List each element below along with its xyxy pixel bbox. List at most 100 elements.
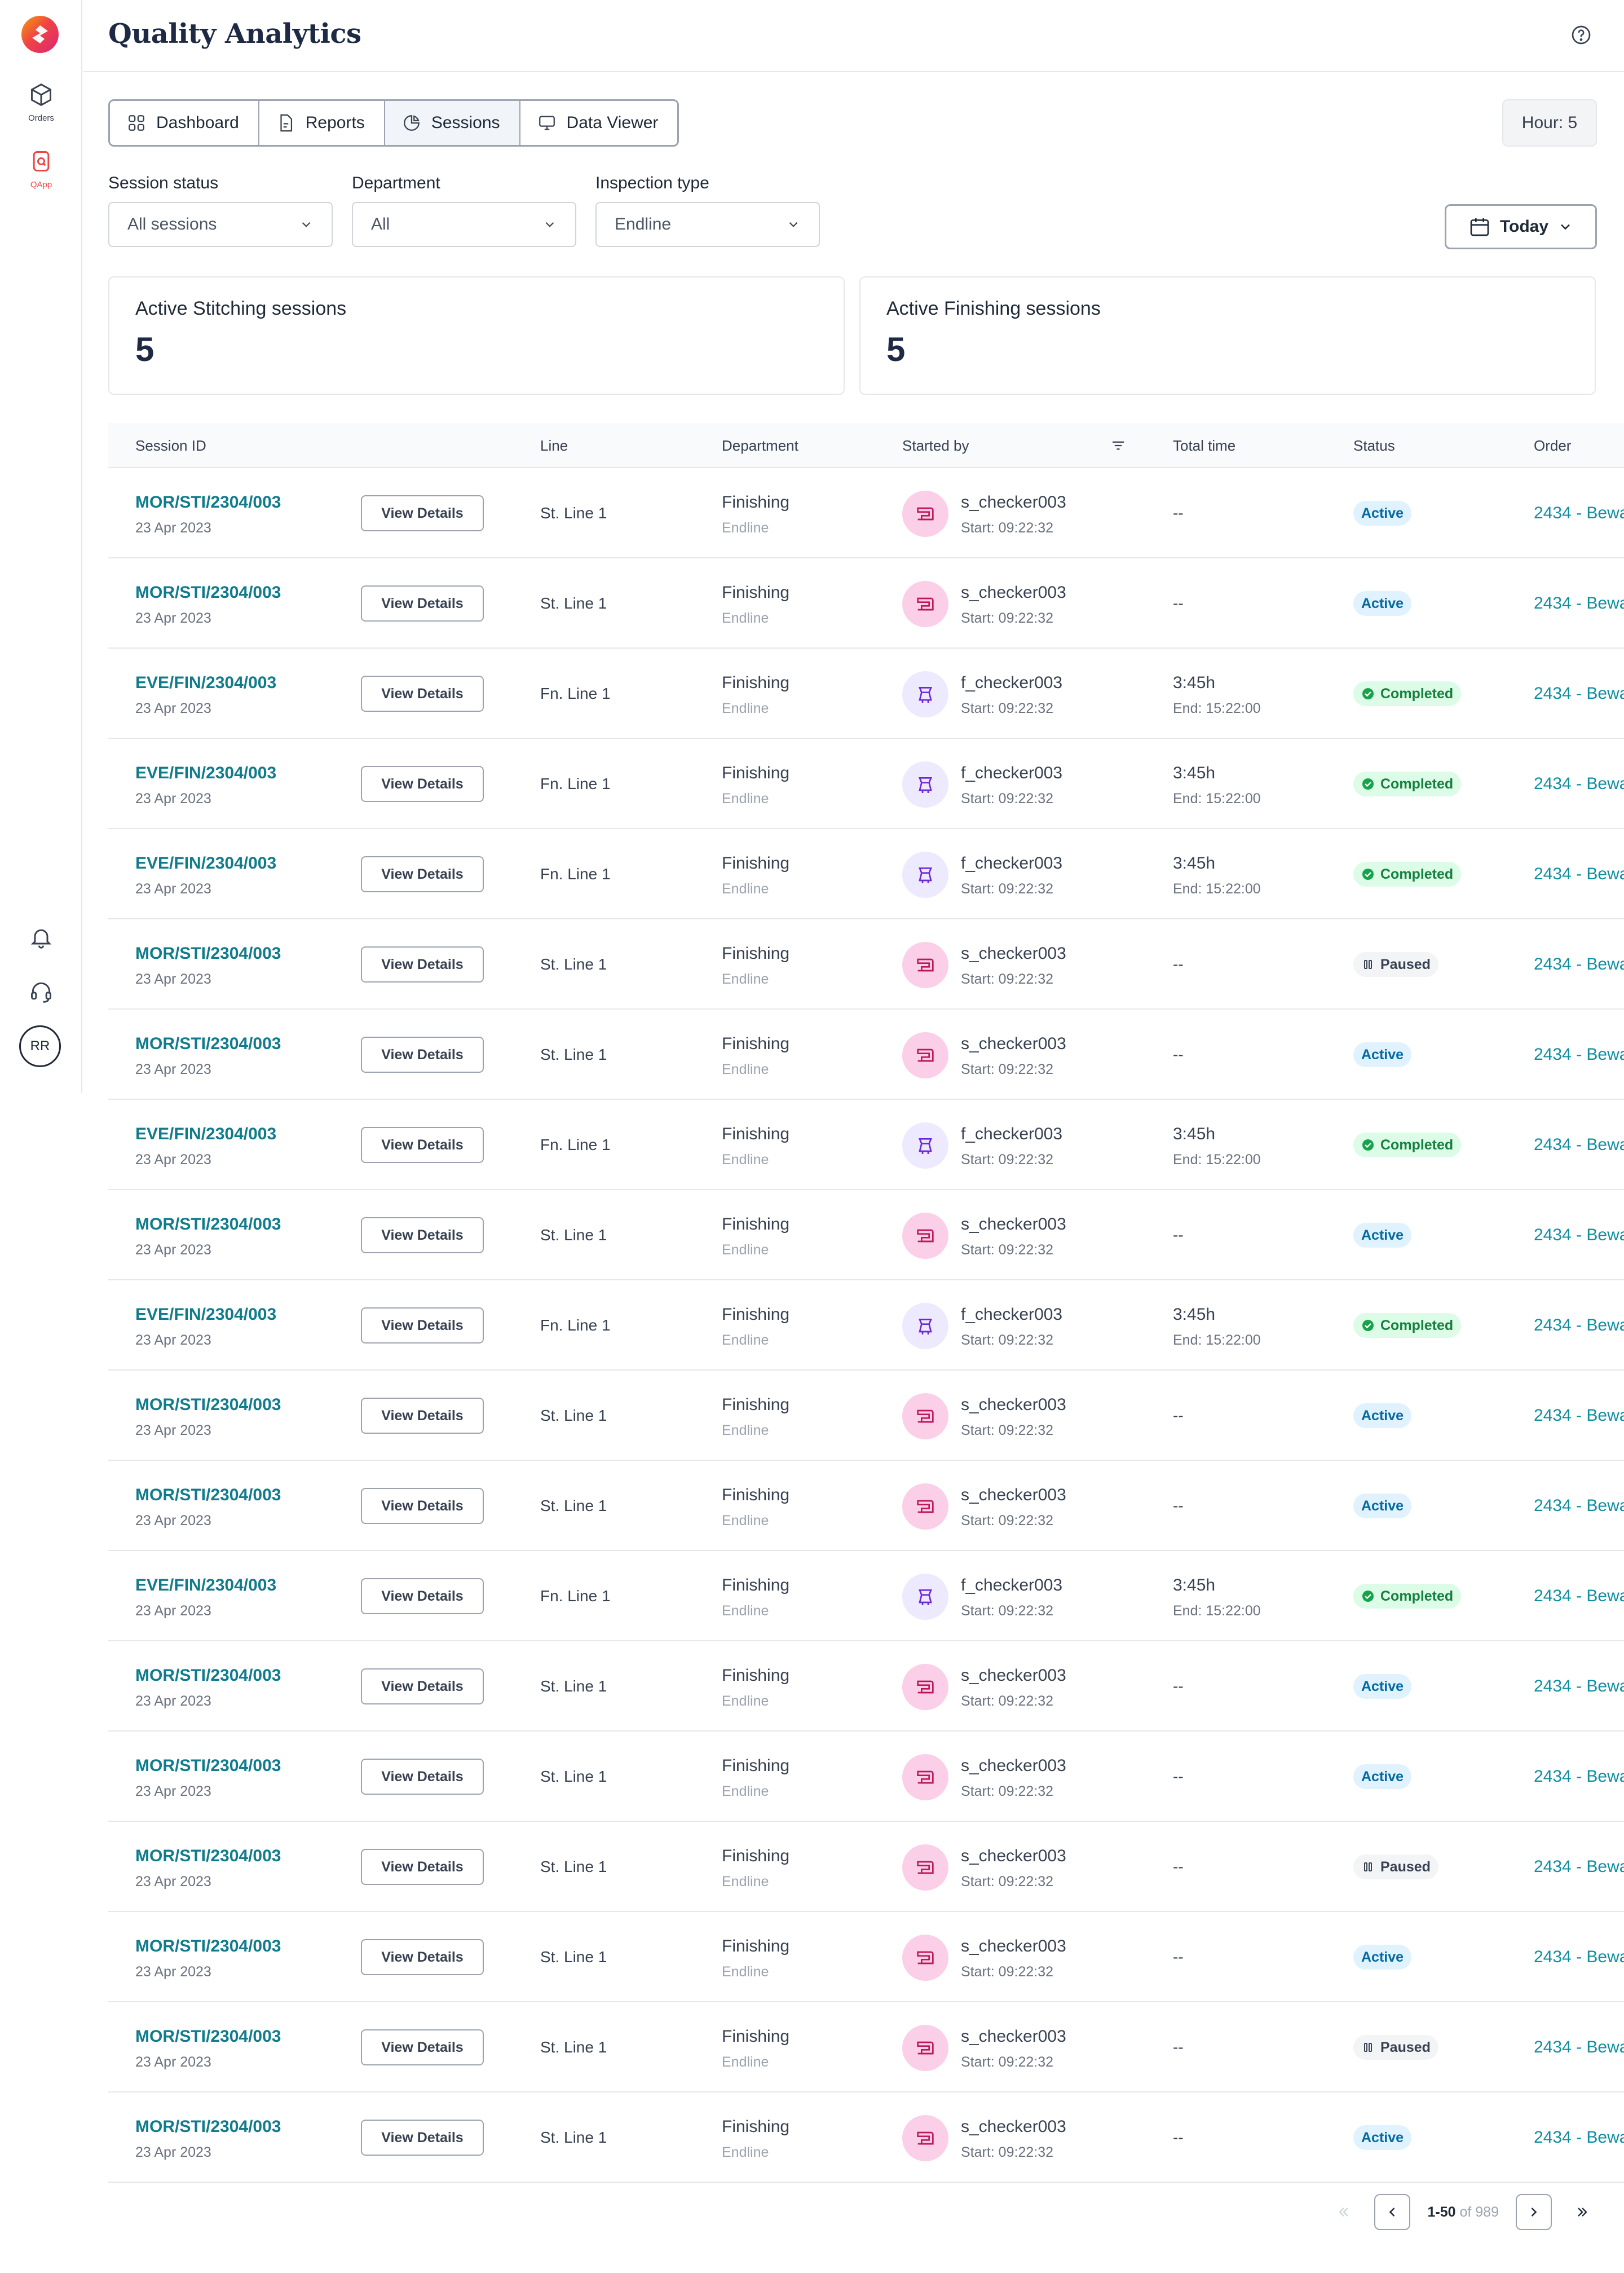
view-details-button[interactable]: View Details: [361, 766, 484, 802]
session-id-link[interactable]: MOR/STI/2304/003: [135, 1395, 281, 1415]
last-page-button[interactable]: [1569, 2194, 1596, 2230]
line-cell: St. Line 1: [540, 2129, 607, 2146]
order-link[interactable]: 2434 - Bewakoof: [1534, 1100, 1624, 1190]
order-link[interactable]: 2434 - Bewakoof: [1534, 1190, 1624, 1280]
order-link[interactable]: 2434 - Bewakoof: [1534, 1371, 1624, 1461]
view-details-button[interactable]: View Details: [361, 1668, 484, 1704]
view-details-button[interactable]: View Details: [361, 2120, 484, 2156]
department-cell: Finishing Endline: [722, 1305, 789, 1349]
line-cell: Fn. Line 1: [540, 1136, 611, 1153]
help-button[interactable]: [1570, 24, 1592, 46]
session-id-link[interactable]: MOR/STI/2304/003: [135, 1666, 281, 1685]
prev-page-button[interactable]: [1374, 2194, 1411, 2230]
order-link[interactable]: 2434 - Bewakoof: [1534, 558, 1624, 649]
view-details-button[interactable]: View Details: [361, 1939, 484, 1975]
session-id-link[interactable]: MOR/STI/2304/003: [135, 1937, 281, 1956]
sidebar-item-orders[interactable]: Orders: [0, 82, 82, 123]
session-id-link[interactable]: MOR/STI/2304/003: [135, 2027, 281, 2046]
department-name: Finishing: [722, 1486, 790, 1504]
order-link[interactable]: 2434 - Bewakoof: [1534, 1010, 1624, 1100]
view-details-button[interactable]: View Details: [361, 2029, 484, 2065]
order-link[interactable]: 2434 - Bewakoof: [1534, 1280, 1624, 1371]
started-by-cell: s_checker003 Start: 09:22:32: [961, 1486, 1066, 1529]
tab-reports[interactable]: Reports: [259, 101, 385, 145]
session-id-link[interactable]: EVE/FIN/2304/003: [135, 1576, 276, 1595]
order-link[interactable]: 2434 - Bewakoof: [1534, 1822, 1624, 1912]
order-link[interactable]: 2434 - Bewakoof: [1534, 739, 1624, 829]
view-details-button[interactable]: View Details: [361, 676, 484, 712]
view-details-button[interactable]: View Details: [361, 856, 484, 892]
column-header-total-time[interactable]: Total time: [1173, 423, 1235, 468]
column-header-order[interactable]: Order: [1534, 423, 1571, 468]
next-page-button[interactable]: [1516, 2194, 1552, 2230]
order-link[interactable]: 2434 - Bewakoof: [1534, 1461, 1624, 1551]
session-id-link[interactable]: MOR/STI/2304/003: [135, 1034, 281, 1054]
view-details-button[interactable]: View Details: [361, 1488, 484, 1524]
tab-dashboard[interactable]: Dashboard: [110, 101, 259, 145]
date-picker-button[interactable]: Today: [1445, 204, 1597, 249]
order-link[interactable]: 2434 - Bewakoof: [1534, 649, 1624, 739]
tab-sessions[interactable]: Sessions: [385, 101, 520, 145]
tab-data-viewer[interactable]: Data Viewer: [520, 101, 678, 145]
view-details-button[interactable]: View Details: [361, 1398, 484, 1434]
avatar[interactable]: RR: [19, 1025, 61, 1067]
session-id-link[interactable]: EVE/FIN/2304/003: [135, 673, 276, 693]
department-select[interactable]: All: [352, 202, 576, 247]
session-id-link[interactable]: MOR/STI/2304/003: [135, 1486, 281, 1505]
session-id-link[interactable]: MOR/STI/2304/003: [135, 1756, 281, 1776]
order-link[interactable]: 2434 - Bewakoof: [1534, 2093, 1624, 2183]
session-id-link[interactable]: EVE/FIN/2304/003: [135, 1305, 276, 1324]
sidebar-item-qapp[interactable]: QApp: [0, 149, 82, 190]
inspection-type-select[interactable]: Endline: [595, 202, 820, 247]
first-page-button[interactable]: [1330, 2194, 1357, 2230]
view-details-button[interactable]: View Details: [361, 1578, 484, 1614]
order-link[interactable]: 2434 - Bewakoof: [1534, 1732, 1624, 1822]
view-details-button[interactable]: View Details: [361, 495, 484, 531]
column-header-line[interactable]: Line: [540, 423, 568, 468]
column-header-status[interactable]: Status: [1353, 423, 1395, 468]
support-button[interactable]: [0, 979, 82, 1004]
view-details-button[interactable]: View Details: [361, 1037, 484, 1073]
started-by-cell: s_checker003 Start: 09:22:32: [961, 1215, 1066, 1258]
order-link[interactable]: 2434 - Bewakoof: [1534, 1641, 1624, 1732]
session-id-link[interactable]: MOR/STI/2304/003: [135, 1847, 281, 1866]
view-details-button[interactable]: View Details: [361, 585, 484, 622]
session-status-select[interactable]: All sessions: [108, 202, 333, 247]
session-id-link[interactable]: MOR/STI/2304/003: [135, 2117, 281, 2137]
order-link[interactable]: 2434 - Bewakoof: [1534, 919, 1624, 1010]
view-details-button[interactable]: View Details: [361, 1307, 484, 1343]
order-link[interactable]: 2434 - Bewakoof: [1534, 1551, 1624, 1641]
column-header-session-id[interactable]: Session ID: [135, 423, 206, 468]
session-id-link[interactable]: MOR/STI/2304/003: [135, 493, 281, 512]
table-row: EVE/FIN/2304/003 23 Apr 2023 View Detail…: [108, 1551, 1624, 1641]
total-time-cell: --: [1173, 1461, 1184, 1551]
view-details-button[interactable]: View Details: [361, 946, 484, 983]
view-details-button[interactable]: View Details: [361, 1849, 484, 1885]
status-badge: Active: [1353, 501, 1412, 526]
order-link[interactable]: 2434 - Bewakoof: [1534, 1912, 1624, 2002]
view-details-button[interactable]: View Details: [361, 1217, 484, 1253]
session-id-link[interactable]: EVE/FIN/2304/003: [135, 1125, 276, 1144]
order-link[interactable]: 2434 - Bewakoof: [1534, 468, 1624, 558]
session-id-link[interactable]: MOR/STI/2304/003: [135, 1215, 281, 1234]
start-time: Start: 09:22:32: [961, 520, 1054, 536]
order-link[interactable]: 2434 - Bewakoof: [1534, 829, 1624, 919]
filter-button[interactable]: [1110, 423, 1127, 468]
session-id-link[interactable]: MOR/STI/2304/003: [135, 944, 281, 963]
notifications-button[interactable]: [0, 925, 82, 950]
view-details-button[interactable]: View Details: [361, 1759, 484, 1795]
sewing-machine-icon: [917, 2131, 934, 2145]
session-id-link[interactable]: EVE/FIN/2304/003: [135, 764, 276, 783]
session-id-link[interactable]: MOR/STI/2304/003: [135, 583, 281, 602]
column-header-started-by[interactable]: Started by: [902, 423, 969, 468]
stat-value: 5: [886, 331, 906, 368]
app-logo[interactable]: [21, 16, 59, 53]
pause-icon: [1364, 960, 1372, 969]
user-avatar: [902, 1664, 948, 1710]
order-link[interactable]: 2434 - Bewakoof: [1534, 2002, 1624, 2093]
column-header-department[interactable]: Department: [722, 423, 798, 468]
session-id-link[interactable]: EVE/FIN/2304/003: [135, 854, 276, 873]
session-status-filter: Session status All sessions: [108, 174, 333, 247]
session-date: 23 Apr 2023: [135, 1513, 211, 1528]
view-details-button[interactable]: View Details: [361, 1127, 484, 1163]
